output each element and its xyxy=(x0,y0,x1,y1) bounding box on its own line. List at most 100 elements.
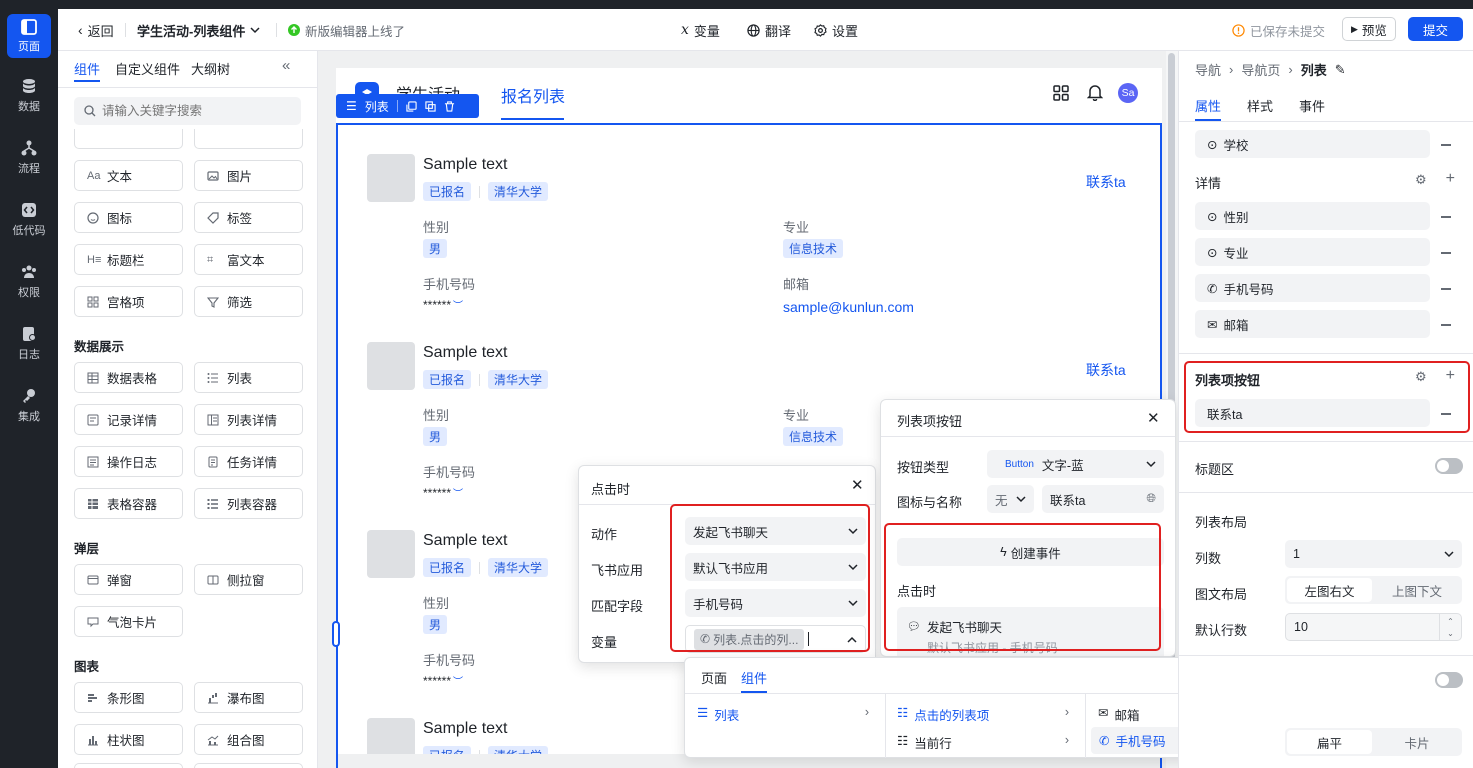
close-icon[interactable]: ✕ xyxy=(851,476,864,494)
globe-icon[interactable]: 🌐︎ xyxy=(1146,491,1156,506)
picker-item-clicked-row[interactable]: ☷ 点击的列表项 › xyxy=(897,705,1077,724)
remove-icon[interactable] xyxy=(1441,252,1451,254)
tab-page[interactable]: 页面 xyxy=(701,668,727,687)
tab-component[interactable]: 组件 xyxy=(741,668,767,687)
component-bar-chart[interactable]: 条形图 xyxy=(74,682,183,713)
stepper-icon[interactable]: ⌃ ⌄ xyxy=(1439,614,1461,640)
picker-item-email[interactable]: ✉ 邮箱 xyxy=(1098,705,1140,724)
tab-components[interactable]: 组件 xyxy=(74,59,100,78)
resize-handle[interactable] xyxy=(332,621,340,647)
tab-style[interactable]: 样式 xyxy=(1247,96,1273,115)
rail-item-permissions[interactable]: 权限 xyxy=(0,254,58,310)
remove-icon[interactable] xyxy=(1441,216,1451,218)
add-icon[interactable]: + xyxy=(1446,170,1455,188)
picker-item-list[interactable]: ☰ 列表 › xyxy=(697,705,877,724)
delete-icon[interactable] xyxy=(444,100,455,112)
remove-icon[interactable] xyxy=(1441,288,1451,290)
component-column-chart[interactable]: 柱状图 xyxy=(74,724,183,755)
list-item[interactable] xyxy=(367,530,415,578)
apps-grid-icon[interactable] xyxy=(1053,85,1069,101)
component-text[interactable]: Aa 文本 xyxy=(74,160,183,191)
component-drawer[interactable]: 侧拉窗 xyxy=(194,564,303,595)
field-row-school[interactable]: ⊙ 学校 xyxy=(1195,130,1430,158)
rail-item-data[interactable]: 数据 xyxy=(0,68,58,124)
field-row-gender[interactable]: ⊙ 性别 xyxy=(1195,202,1430,230)
component-grid-item[interactable]: 宫格项 xyxy=(74,286,183,317)
segment-top-image[interactable]: 上图下文 xyxy=(1374,578,1460,602)
eye-closed-icon[interactable]: ︶ xyxy=(453,673,463,688)
field-row-major[interactable]: ⊙ 专业 xyxy=(1195,238,1430,266)
component-dialog[interactable]: 弹窗 xyxy=(74,564,183,595)
segment-card[interactable]: 卡片 xyxy=(1374,730,1460,754)
component-waterfall-chart[interactable]: 瀑布图 xyxy=(194,682,303,713)
collapse-panel-icon[interactable]: « xyxy=(282,57,290,74)
component-partial[interactable] xyxy=(194,129,303,149)
component-combo-chart[interactable]: 组合图 xyxy=(194,724,303,755)
copy-icon[interactable] xyxy=(406,100,417,112)
component-icon[interactable]: 图标 xyxy=(74,202,183,233)
option-toggle[interactable] xyxy=(1435,672,1463,688)
icon-select[interactable]: 无 xyxy=(987,485,1034,513)
rail-item-lowcode[interactable]: 低代码 xyxy=(0,192,58,248)
component-list[interactable]: 列表 xyxy=(194,362,303,393)
list-item[interactable] xyxy=(367,154,415,202)
search-box[interactable] xyxy=(74,97,301,125)
title-area-toggle[interactable] xyxy=(1435,458,1463,474)
avatar[interactable]: Sa xyxy=(1118,83,1138,103)
search-input[interactable] xyxy=(102,104,282,118)
tab-events[interactable]: 事件 xyxy=(1299,96,1325,115)
component-task-detail[interactable]: 任务详情 xyxy=(194,446,303,477)
default-rows-input[interactable]: 10 ⌃ ⌄ xyxy=(1285,613,1462,641)
eye-closed-icon[interactable]: ︶ xyxy=(453,297,463,312)
settings-button[interactable]: 设置 xyxy=(814,9,858,51)
translate-button[interactable]: 翻译 xyxy=(747,9,791,51)
component-table-container[interactable]: 表格容器 xyxy=(74,488,183,519)
component-filter[interactable]: 筛选 xyxy=(194,286,303,317)
contact-button[interactable]: 联系ta xyxy=(1086,172,1126,192)
breadcrumb-item[interactable]: 导航页 xyxy=(1241,60,1280,79)
list-item[interactable] xyxy=(367,342,415,390)
component-tag[interactable]: 标签 xyxy=(194,202,303,233)
duplicate-icon[interactable] xyxy=(425,100,436,112)
rail-item-flow[interactable]: 流程 xyxy=(0,130,58,186)
new-editor-notice[interactable]: 新版编辑器上线了 xyxy=(288,9,405,51)
columns-select[interactable]: 1 xyxy=(1285,540,1462,568)
contact-button[interactable]: 联系ta xyxy=(1086,360,1126,380)
page-title-dropdown[interactable]: 学生活动-列表组件 xyxy=(137,9,260,51)
component-richtext[interactable]: ⌗ 富文本 xyxy=(194,244,303,275)
segment-left-image[interactable]: 左图右文 xyxy=(1287,578,1372,602)
component-partial[interactable] xyxy=(74,763,183,768)
preview-button[interactable]: ▶ 预览 xyxy=(1342,17,1396,41)
remove-icon[interactable] xyxy=(1441,324,1451,326)
breadcrumb-item[interactable]: 导航 xyxy=(1195,60,1221,79)
eye-closed-icon[interactable]: ︶ xyxy=(453,485,463,500)
variables-button[interactable]: 𝑥 变量 xyxy=(681,9,720,51)
rail-item-log[interactable]: 日志 xyxy=(0,316,58,372)
component-partial[interactable] xyxy=(194,763,303,768)
tab-outline[interactable]: 大纲树 xyxy=(191,59,230,78)
tab-properties[interactable]: 属性 xyxy=(1195,96,1221,115)
button-name-input[interactable]: 联系ta 🌐︎ xyxy=(1042,485,1164,513)
component-list-container[interactable]: 列表容器 xyxy=(194,488,303,519)
component-list-detail[interactable]: 列表详情 xyxy=(194,404,303,435)
list-component-toolbar[interactable]: ☰ 列表 xyxy=(336,94,479,118)
tab-custom-components[interactable]: 自定义组件 xyxy=(115,59,180,78)
email-link[interactable]: sample@kunlun.com xyxy=(783,299,914,315)
field-row-phone[interactable]: ✆ 手机号码 xyxy=(1195,274,1430,302)
component-partial[interactable] xyxy=(74,129,183,149)
bell-icon[interactable] xyxy=(1087,84,1103,101)
button-type-select[interactable]: Button 文字-蓝 xyxy=(987,450,1164,478)
picker-item-current-row[interactable]: ☷ 当前行 › xyxy=(897,733,1077,752)
submit-button[interactable]: 提交 xyxy=(1408,17,1464,41)
rail-item-integration[interactable]: 集成 xyxy=(0,378,58,434)
component-record-detail[interactable]: 记录详情 xyxy=(74,404,183,435)
rail-item-page[interactable]: 页面 xyxy=(0,8,58,64)
tab-signup-list[interactable]: 报名列表 xyxy=(501,83,565,107)
field-row-email[interactable]: ✉ 邮箱 xyxy=(1195,310,1430,338)
component-image[interactable]: 图片 xyxy=(194,160,303,191)
gear-icon[interactable]: ⚙ xyxy=(1415,172,1427,188)
component-operation-log[interactable]: 操作日志 xyxy=(74,446,183,477)
close-icon[interactable]: ✕ xyxy=(1147,409,1160,427)
component-data-table[interactable]: 数据表格 xyxy=(74,362,183,393)
edit-icon[interactable]: ✎ xyxy=(1335,62,1346,78)
